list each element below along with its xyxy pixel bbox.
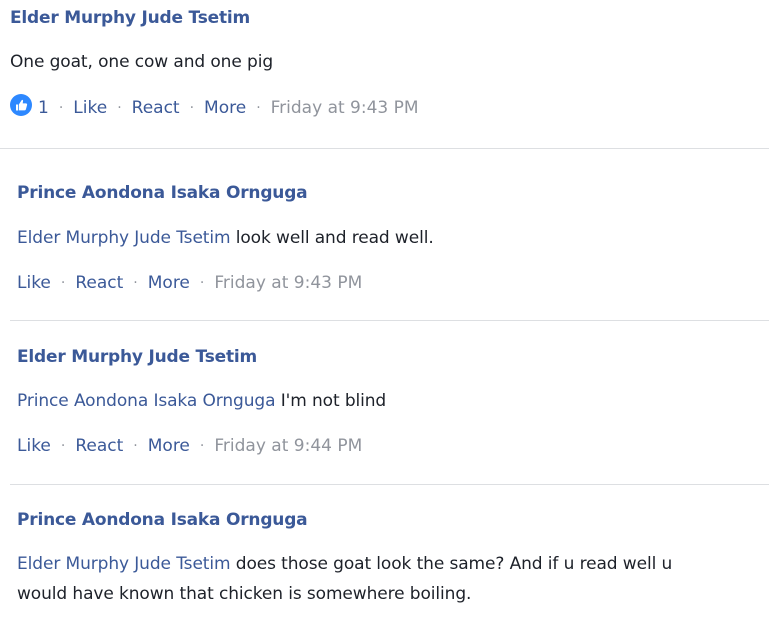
comment-text: One goat, one cow and one pig [10, 52, 274, 72]
separator-dot: · [256, 100, 261, 116]
timestamp[interactable]: Friday at 9:43 PM [271, 98, 419, 118]
separator-dot: · [60, 275, 66, 291]
separator-dot: · [58, 100, 64, 116]
timestamp[interactable]: Friday at 9:44 PM [214, 436, 362, 456]
comment-actions: Like · React · More · Friday at 9:44 PM [17, 436, 362, 456]
like-button[interactable]: Like [73, 98, 107, 118]
react-button[interactable]: React [75, 436, 123, 456]
like-button[interactable]: Like [17, 273, 51, 293]
comment-author[interactable]: Prince Aondona Isaka Ornguga [17, 510, 308, 530]
comment-body: look well and read well. [230, 228, 434, 248]
comment-text: Prince Aondona Isaka Ornguga I'm not bli… [17, 386, 386, 416]
separator-dot: · [60, 438, 66, 454]
separator-dot: · [133, 275, 138, 291]
react-button[interactable]: React [75, 273, 123, 293]
comment-text: Elder Murphy Jude Tsetim look well and r… [17, 223, 434, 253]
thumbs-up-icon [10, 94, 32, 116]
divider [0, 148, 769, 149]
comment-body-line2: would have known that chicken is somewhe… [17, 584, 472, 604]
mention-link[interactable]: Prince Aondona Isaka Ornguga [17, 391, 276, 411]
timestamp[interactable]: Friday at 9:43 PM [214, 273, 362, 293]
comment-author[interactable]: Elder Murphy Jude Tsetim [10, 8, 250, 28]
like-button[interactable]: Like [17, 436, 51, 456]
separator-dot: · [199, 275, 205, 291]
separator-dot: · [189, 100, 195, 116]
more-button[interactable]: More [148, 273, 190, 293]
comment-actions: Like · React · More · Friday at 9:43 PM [17, 273, 362, 293]
reaction-count[interactable]: 1 [38, 98, 49, 118]
divider [10, 320, 769, 321]
mention-link[interactable]: Elder Murphy Jude Tsetim [17, 554, 231, 574]
divider [10, 484, 769, 485]
mention-link[interactable]: Elder Murphy Jude Tsetim [17, 228, 231, 248]
comment-actions: 1 · Like · React · More · Friday at 9:43… [10, 94, 419, 119]
comment-text: Elder Murphy Jude Tsetim does those goat… [17, 549, 672, 609]
more-button[interactable]: More [204, 98, 246, 118]
reaction-summary[interactable]: 1 [10, 94, 49, 119]
comment-body: I'm not blind [275, 391, 387, 411]
comment-author[interactable]: Prince Aondona Isaka Ornguga [17, 183, 308, 203]
separator-dot: · [199, 438, 205, 454]
react-button[interactable]: React [132, 98, 180, 118]
separator-dot: · [117, 100, 122, 116]
comment-body-line1: does those goat look the same? And if u … [230, 554, 673, 574]
more-button[interactable]: More [148, 436, 190, 456]
separator-dot: · [133, 438, 138, 454]
comment-author[interactable]: Elder Murphy Jude Tsetim [17, 347, 257, 367]
